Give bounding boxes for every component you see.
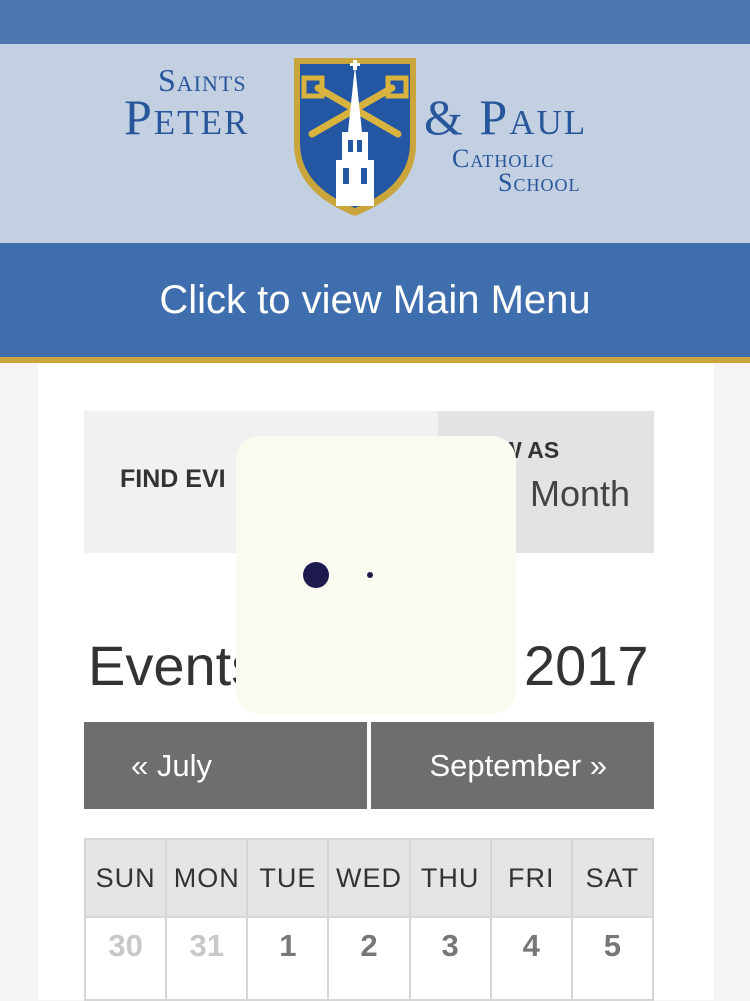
- next-month-button[interactable]: September »: [371, 722, 654, 809]
- weekday-mon: MON: [165, 838, 249, 918]
- logo-peter: Peter: [124, 89, 250, 145]
- weekday-sun: SUN: [83, 838, 168, 918]
- calendar-day[interactable]: 4: [489, 916, 573, 1001]
- calendar-day[interactable]: 30: [83, 916, 168, 1001]
- weekday-wed: WED: [327, 838, 411, 918]
- loading-dot-icon: [367, 572, 373, 578]
- weekday-sat: SAT: [570, 838, 655, 918]
- view-as-value: Month: [530, 473, 631, 514]
- calendar-day[interactable]: 3: [408, 916, 492, 1001]
- calendar-day[interactable]: 31: [165, 916, 249, 1001]
- find-events-label: FIND EVI: [120, 465, 226, 493]
- weekday-thu: THU: [408, 838, 492, 918]
- weekday-fri: FRI: [489, 838, 573, 918]
- previous-month-button[interactable]: « July: [84, 722, 367, 809]
- main-menu-toggle[interactable]: Click to view Main Menu: [0, 243, 750, 363]
- logo-school: School: [498, 168, 581, 197]
- top-bar: [0, 0, 750, 44]
- calendar-day[interactable]: 1: [246, 916, 330, 1001]
- calendar-day[interactable]: 5: [570, 916, 655, 1001]
- loading-dot-icon: [303, 562, 329, 588]
- events-title: Events: [88, 634, 260, 697]
- calendar-week-row: 30 31 1 2 3 4 5: [83, 916, 655, 1001]
- weekday-header-row: SUN MON TUE WED THU FRI SAT: [83, 838, 655, 918]
- weekday-tue: TUE: [246, 838, 330, 918]
- calendar-day[interactable]: 2: [327, 916, 411, 1001]
- events-year: 2017: [524, 634, 649, 697]
- loading-overlay: [236, 436, 516, 714]
- main-menu-label: Click to view Main Menu: [159, 277, 591, 322]
- school-crest-icon: [294, 58, 416, 216]
- logo-paul: & Paul: [424, 89, 588, 145]
- calendar-grid: SUN MON TUE WED THU FRI SAT 30 31 1 2 3 …: [83, 838, 655, 1001]
